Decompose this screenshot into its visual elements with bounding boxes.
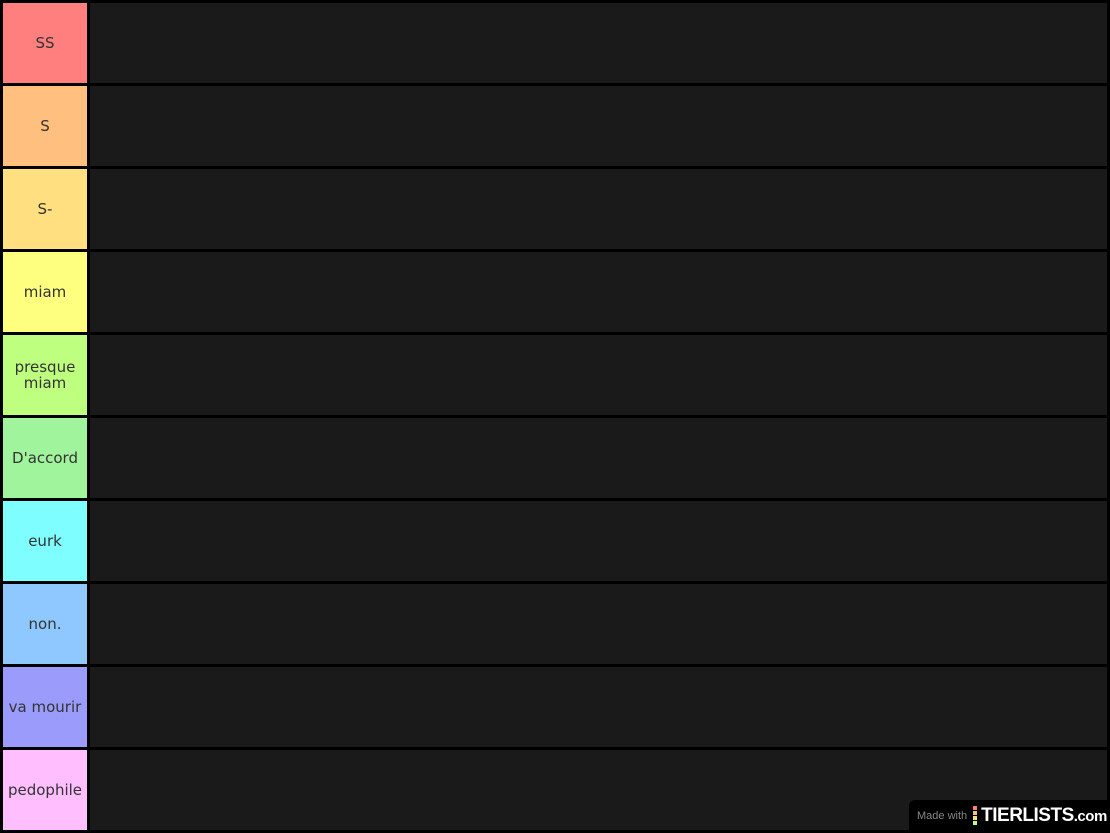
brand-name: TIERLISTS (981, 804, 1074, 826)
tier-row: S- (3, 169, 1107, 249)
tier-row: SS (3, 3, 1107, 83)
tier-row: non. (3, 584, 1107, 664)
tier-items-dropzone[interactable] (90, 335, 1107, 415)
tier-items-dropzone[interactable] (90, 667, 1107, 747)
tier-items-dropzone[interactable] (90, 86, 1107, 166)
brand-suffix: .com (1073, 807, 1108, 825)
logo-bar (973, 811, 978, 815)
tier-label[interactable]: pedophile (3, 750, 87, 830)
logo-bar (973, 816, 978, 820)
tier-row: presque miam (3, 335, 1107, 415)
tier-row: miam (3, 252, 1107, 332)
tier-label[interactable]: D'accord (3, 418, 87, 498)
made-with-watermark: Made with TIERLISTS.com (909, 800, 1107, 831)
watermark-prefix: Made with (917, 809, 968, 822)
tier-label[interactable]: eurk (3, 501, 87, 581)
tier-list: SS S S- miam presque miam D'accord eurk … (3, 3, 1107, 833)
tier-label[interactable]: non. (3, 584, 87, 664)
logo-bar (973, 821, 978, 825)
tierlists-logo-icon (973, 806, 978, 825)
tier-label[interactable]: S (3, 86, 87, 166)
tier-items-dropzone[interactable] (90, 418, 1107, 498)
tier-items-dropzone[interactable] (90, 584, 1107, 664)
tierlists-brand: TIERLISTS.com (981, 805, 1107, 827)
tier-row: eurk (3, 501, 1107, 581)
tier-row: S (3, 86, 1107, 166)
tier-items-dropzone[interactable] (90, 252, 1107, 332)
tier-label[interactable]: va mourir (3, 667, 87, 747)
tier-items-dropzone[interactable] (90, 3, 1107, 83)
tier-label[interactable]: miam (3, 252, 87, 332)
tier-label[interactable]: presque miam (3, 335, 87, 415)
tier-label[interactable]: SS (3, 3, 87, 83)
tier-items-dropzone[interactable] (90, 501, 1107, 581)
tier-label[interactable]: S- (3, 169, 87, 249)
tier-items-dropzone[interactable] (90, 169, 1107, 249)
tier-row: D'accord (3, 418, 1107, 498)
logo-bar (973, 806, 978, 810)
tier-row: va mourir (3, 667, 1107, 747)
